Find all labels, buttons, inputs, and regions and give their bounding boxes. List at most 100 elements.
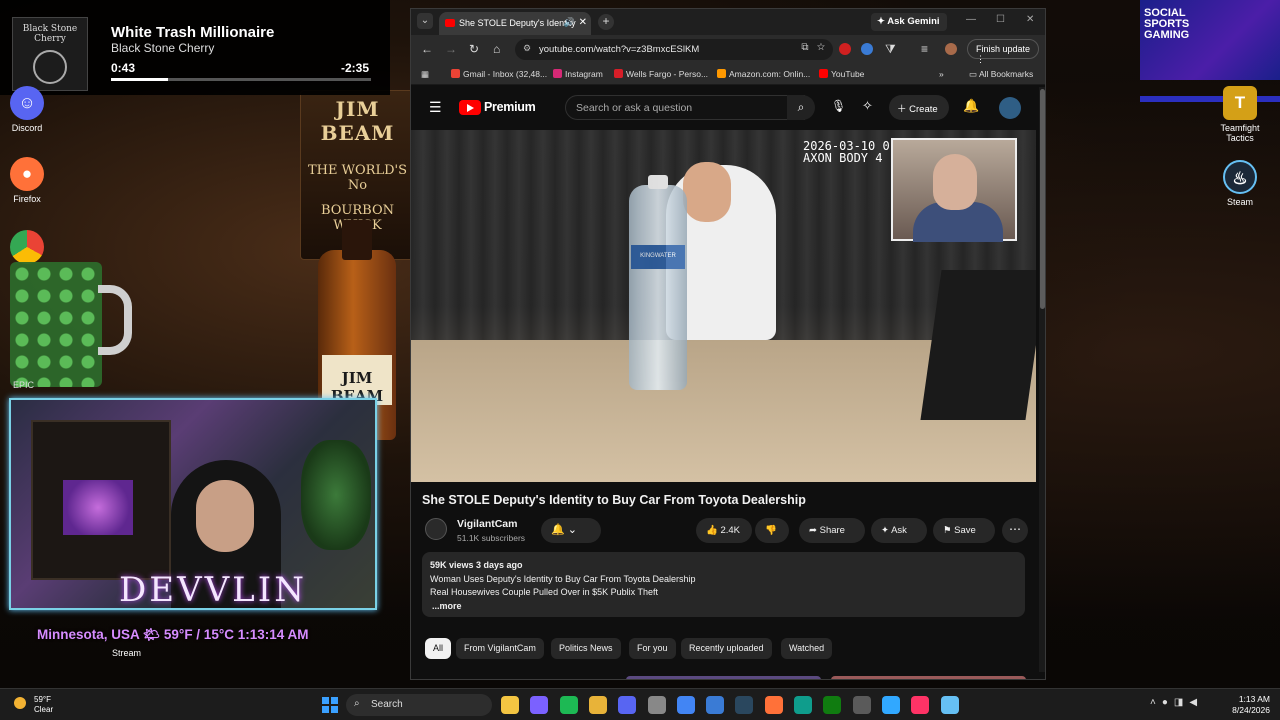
ask-gemini-button[interactable]: ✦ Ask Gemini (871, 13, 947, 31)
search-button[interactable]: ⌕ (787, 95, 815, 120)
chevron-up-icon[interactable]: ˄ (1150, 697, 1162, 708)
bookmark-star-icon[interactable]: ☆ (817, 42, 825, 53)
album-art[interactable]: Black Stone Cherry (12, 17, 88, 91)
minimize-icon[interactable]: — (966, 14, 976, 25)
home-icon[interactable]: ⌂ (493, 42, 500, 56)
desktop-icon-steam[interactable]: ♨ Steam (1213, 160, 1267, 207)
start-button[interactable] (322, 697, 338, 713)
edge-icon[interactable] (794, 696, 812, 714)
like-button[interactable]: 👍 2.4K (696, 518, 752, 543)
youtube-brand[interactable]: Premium (484, 100, 536, 114)
back-icon[interactable]: ← (421, 42, 433, 56)
notifications-bell-icon[interactable]: 🔔 (963, 98, 979, 114)
finish-update-button[interactable]: Finish update ⋮ (967, 39, 1039, 64)
page-scrollbar[interactable] (1039, 87, 1045, 672)
related-video-thumbnail[interactable] (626, 676, 821, 679)
bookmark-wells-fargo[interactable]: Wells Fargo - Perso... (614, 69, 708, 79)
profile-avatar[interactable] (945, 43, 957, 55)
show-more-link[interactable]: ...more (432, 601, 1025, 611)
menu-icon[interactable]: ☰ (429, 99, 442, 116)
reload-icon[interactable]: ↻ (469, 42, 479, 56)
ask-button[interactable]: ✦ Ask (871, 518, 927, 543)
store-icon[interactable] (706, 696, 725, 714)
bookmark-instagram[interactable]: Instagram (553, 69, 603, 79)
reading-list-icon[interactable]: ≡ (921, 42, 928, 56)
xbox-icon[interactable] (823, 696, 842, 714)
indesign-icon[interactable] (911, 696, 930, 714)
copilot-icon[interactable] (530, 696, 549, 714)
video-player[interactable]: KINGWATER 2026-03-10 0 AXON BODY 4 (411, 130, 1036, 482)
chip-recently-uploaded[interactable]: Recently uploaded (681, 638, 772, 659)
channel-avatar[interactable] (425, 518, 447, 540)
chrome-icon[interactable] (676, 696, 695, 714)
channel-name[interactable]: VigilantCam (457, 518, 518, 530)
tab-audio-icon[interactable]: 🔊 (564, 17, 575, 28)
close-window-icon[interactable]: ✕ (1026, 14, 1034, 25)
save-button[interactable]: ⚑ Save (933, 518, 995, 543)
file-explorer-icon[interactable] (501, 696, 519, 714)
bookmark-youtube[interactable]: YouTube (819, 69, 864, 79)
new-tab-button[interactable]: + (598, 14, 614, 30)
bookmark-label: Amazon.com: Onlin... (729, 69, 811, 79)
chip-politics-news[interactable]: Politics News (551, 638, 621, 659)
share-button[interactable]: ➦ Share (799, 518, 865, 543)
youtube-logo-icon[interactable] (459, 100, 481, 115)
taskbar-clock[interactable]: 1:13 AM 8/24/2026 (1228, 694, 1270, 716)
github-icon[interactable] (647, 696, 666, 714)
photoshop-icon[interactable] (881, 696, 900, 714)
tab-close-icon[interactable]: ✕ (579, 17, 587, 28)
firefox-icon[interactable] (764, 696, 783, 714)
discord-icon[interactable] (618, 696, 637, 714)
account-avatar[interactable] (999, 97, 1021, 119)
weather-widget[interactable]: 59°F Clear (14, 695, 53, 715)
tab-search-chevron-icon[interactable]: ⌄ (417, 13, 433, 29)
steam-icon[interactable] (735, 696, 754, 714)
ai-sparkle-icon[interactable]: ✧ (862, 98, 873, 114)
dislike-button[interactable]: 👎 (755, 518, 789, 543)
album-emblem-icon (33, 50, 67, 84)
forward-icon[interactable]: → (445, 42, 457, 56)
spotify-icon[interactable] (559, 696, 578, 714)
system-tray[interactable]: ˄●◨◀ (1150, 697, 1203, 708)
desktop-icon-discord[interactable]: ☺ Discord (0, 86, 54, 133)
mic-icon[interactable]: 🎙 (831, 99, 846, 113)
chip-from-channel[interactable]: From VigilantCam (456, 638, 544, 659)
desktop-icon-teamfight-tactics[interactable]: T Teamfight Tactics (1213, 86, 1267, 143)
extensions-puzzle-icon[interactable]: ⧩ (885, 42, 896, 57)
site-info-icon[interactable]: ⚙ (523, 43, 531, 54)
chip-all[interactable]: All (425, 638, 452, 659)
maximize-icon[interactable]: ☐ (996, 14, 1005, 25)
more-actions-icon[interactable]: ⋯ (1002, 518, 1028, 543)
tab-active[interactable]: She STOLE Deputy's Identity 🔊 ✕ (439, 12, 591, 35)
volume-icon[interactable]: ◀ (1189, 697, 1203, 708)
bookmark-gmail[interactable]: Gmail - Inbox (32,48... (451, 69, 547, 79)
taskbar-search[interactable]: ⌕ Search (346, 694, 492, 716)
related-video-thumbnail[interactable] (831, 676, 1026, 679)
bookmarks-overflow-icon[interactable]: » (939, 69, 944, 79)
scrollbar-thumb[interactable] (1040, 89, 1045, 309)
install-app-icon[interactable]: ⧉ (801, 42, 808, 53)
all-bookmarks[interactable]: ▭ All Bookmarks (969, 69, 1033, 80)
track-progress-bar[interactable] (111, 78, 371, 81)
app-icon[interactable] (852, 696, 871, 714)
thumbs-down-icon: 👎 (765, 525, 777, 536)
desktop-icon-firefox[interactable]: ● Firefox (0, 157, 54, 204)
bookmark-amazon[interactable]: Amazon.com: Onlin... (717, 69, 810, 79)
finish-update-label: Finish update (976, 44, 1031, 54)
search-input[interactable]: Search or ask a question (565, 95, 805, 120)
folder-icon[interactable] (588, 696, 607, 714)
ask-label: Ask (891, 525, 907, 536)
extension-red-icon[interactable] (839, 43, 851, 55)
description-box[interactable]: 59K views 3 days ago Woman Uses Deputy's… (422, 552, 1025, 617)
network-icon[interactable]: ◨ (1174, 697, 1189, 708)
apps-grid-icon[interactable]: ▦ (421, 69, 429, 80)
mic-tray-icon[interactable]: ● (1162, 697, 1174, 708)
chip-watched[interactable]: Watched (781, 638, 833, 659)
chip-for-you[interactable]: For you (629, 638, 676, 659)
extension-blue-icon[interactable] (861, 43, 873, 55)
address-bar[interactable]: ⚙ youtube.com/watch?v=z3BmxcESlKM ⧉ ☆ (515, 39, 833, 60)
create-button[interactable]: ＋ Create (889, 95, 949, 120)
moon-weather-icon (14, 697, 26, 709)
steam-alt-icon[interactable] (940, 696, 959, 714)
subscription-bell-button[interactable]: 🔔 ⌄ (541, 518, 601, 543)
